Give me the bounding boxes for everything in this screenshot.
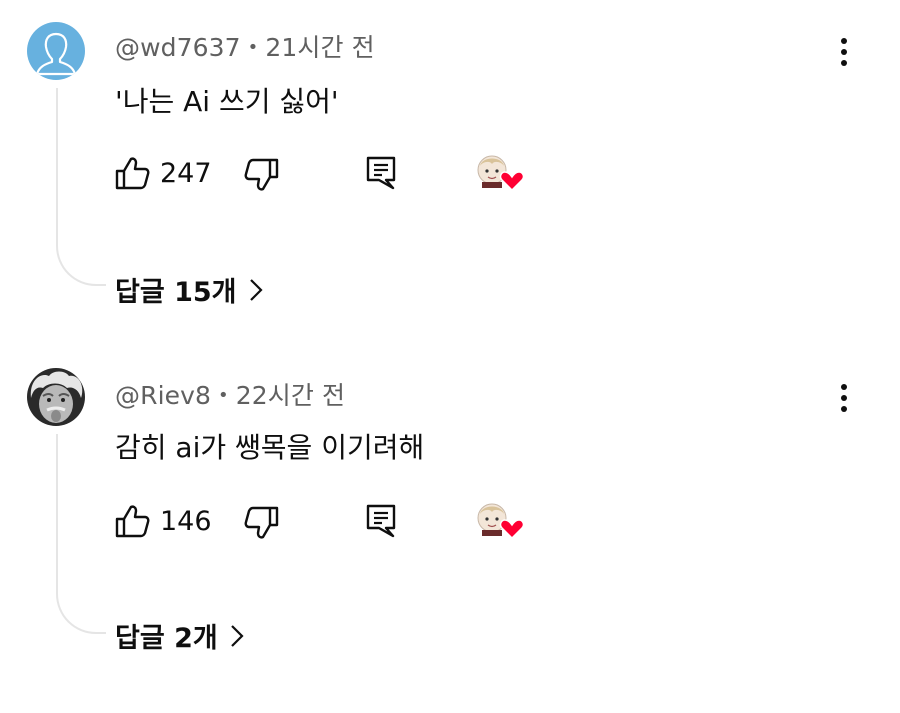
replies-count-label: 답글 2개 xyxy=(115,623,218,654)
comment-text: '나는 Ai 쓰기 싫어' xyxy=(115,85,339,118)
more-options-button[interactable] xyxy=(830,32,858,72)
comment-reply-icon xyxy=(366,156,396,190)
meta-separator: • xyxy=(247,37,259,58)
like-count: 146 xyxy=(160,505,212,537)
author-handle[interactable]: @wd7637 xyxy=(115,33,241,62)
comment-item: @wd7637 • 21시간 전 '나는 Ai 쓰기 싫어' 247 답글 15… xyxy=(0,0,900,340)
thread-connector-line xyxy=(56,434,106,634)
comment-item: @Riev8 • 22시간 전 감히 ai가 쌩목을 이기려해 146 답글 2… xyxy=(0,348,900,688)
view-replies-button[interactable]: 답글 2개 xyxy=(115,616,244,655)
thumbs-up-icon xyxy=(115,157,150,190)
creator-heart-icon xyxy=(477,155,525,192)
more-vertical-icon xyxy=(841,384,847,412)
default-person-avatar-icon xyxy=(27,22,85,80)
photo-avatar-icon xyxy=(27,368,85,426)
creator-heart-badge xyxy=(474,500,526,542)
like-count: 247 xyxy=(160,157,212,189)
comment-reply-icon xyxy=(366,504,396,538)
chevron-right-icon xyxy=(249,278,263,301)
chevron-right-icon xyxy=(230,624,244,647)
comment-meta: @wd7637 • 21시간 전 xyxy=(115,28,375,64)
dislike-button[interactable] xyxy=(244,157,280,193)
meta-separator: • xyxy=(218,385,229,406)
reply-button[interactable] xyxy=(365,503,397,539)
like-button[interactable]: 146 xyxy=(114,503,212,539)
creator-heart-badge xyxy=(474,152,526,194)
thumbs-up-icon xyxy=(115,505,150,538)
comment-text: 감히 ai가 쌩목을 이기려해 xyxy=(115,431,425,464)
replies-count-label: 답글 15개 xyxy=(115,277,237,308)
view-replies-button[interactable]: 답글 15개 xyxy=(115,270,263,309)
author-avatar[interactable] xyxy=(27,22,85,80)
author-handle[interactable]: @Riev8 xyxy=(115,381,211,410)
more-options-button[interactable] xyxy=(830,378,858,418)
comment-time: 22시간 전 xyxy=(235,381,346,410)
more-vertical-icon xyxy=(841,38,847,66)
author-avatar[interactable] xyxy=(27,368,85,426)
creator-heart-icon xyxy=(477,503,525,540)
reply-button[interactable] xyxy=(365,155,397,191)
comment-meta: @Riev8 • 22시간 전 xyxy=(115,376,345,412)
comment-time: 21시간 전 xyxy=(265,33,375,62)
dislike-button[interactable] xyxy=(244,505,280,541)
like-button[interactable]: 247 xyxy=(114,155,212,191)
thumbs-down-icon xyxy=(244,506,279,539)
thread-connector-line xyxy=(56,88,106,286)
thumbs-down-icon xyxy=(244,158,279,191)
